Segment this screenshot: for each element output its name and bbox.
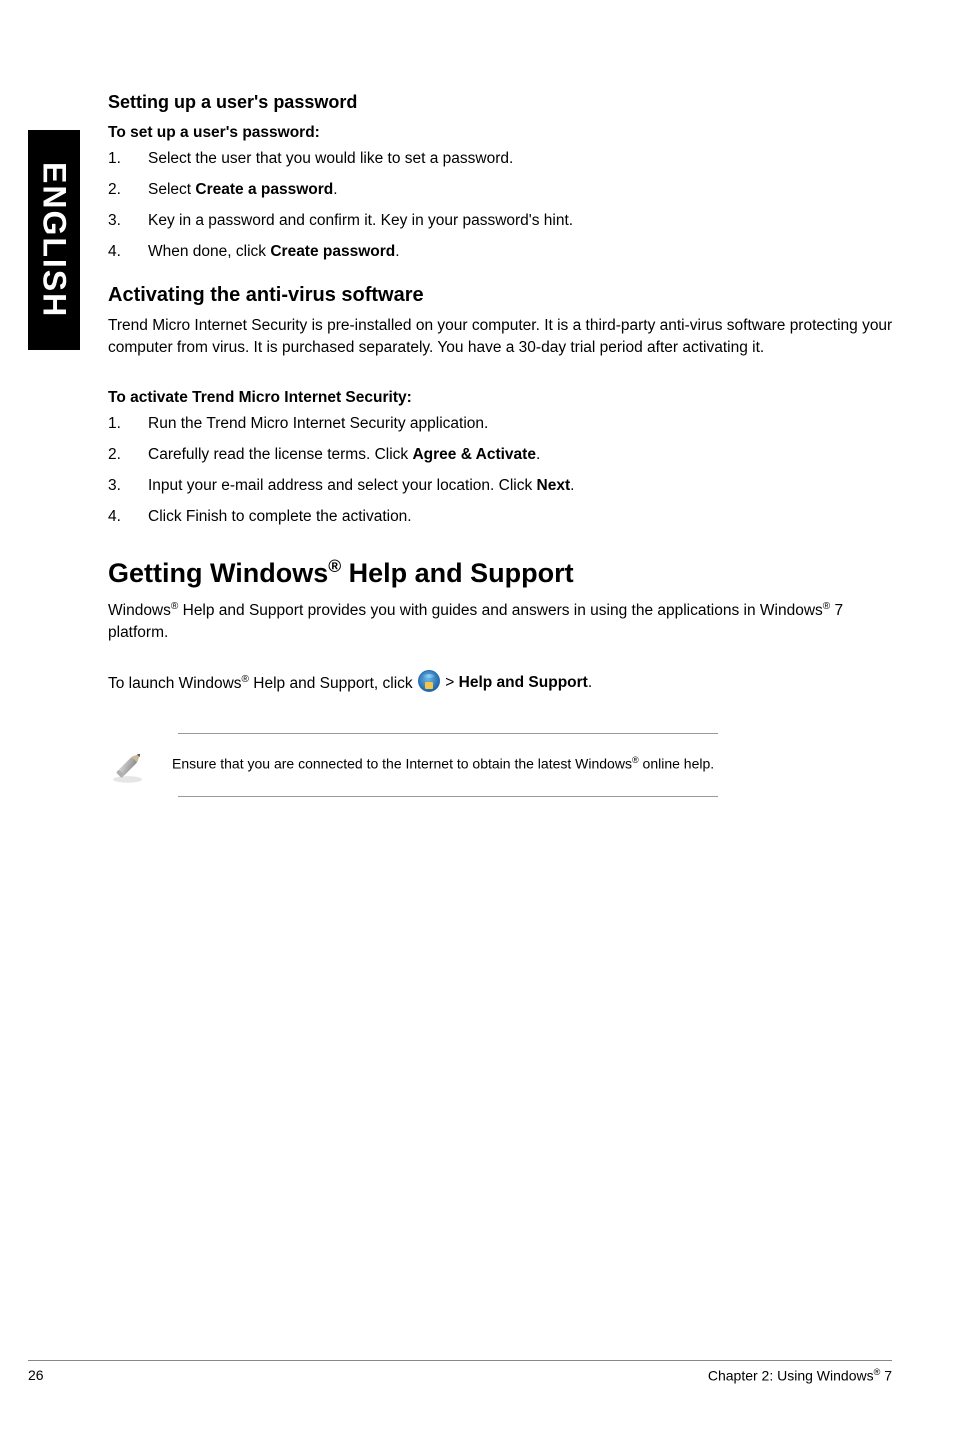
note-text: Ensure that you are connected to the Int… (172, 754, 714, 775)
step-number: 3. (108, 475, 148, 497)
step-text: Run the Trend Micro Internet Security ap… (148, 413, 488, 435)
step-text: Click Finish to complete the activation. (148, 506, 412, 528)
section2-paragraph: Trend Micro Internet Security is pre-ins… (108, 315, 898, 359)
step-text: Select the user that you would like to s… (148, 148, 513, 170)
note-box: Ensure that you are connected to the Int… (178, 733, 718, 797)
step-text: Key in a password and confirm it. Key in… (148, 210, 573, 232)
language-tab: ENGLISH (28, 130, 80, 350)
start-orb-icon (418, 670, 440, 692)
section2-steps: 1.Run the Trend Micro Internet Security … (108, 413, 898, 528)
section2-heading: Activating the anti-virus software (108, 281, 898, 309)
section1-steps: 1.Select the user that you would like to… (108, 148, 898, 263)
note-wrapper: Ensure that you are connected to the Int… (178, 705, 898, 797)
list-item: 2.Carefully read the license terms. Clic… (108, 444, 898, 466)
list-item: 3.Input your e-mail address and select y… (108, 475, 898, 497)
content-area: Setting up a user's password To set up a… (108, 90, 898, 797)
section3-heading: Getting Windows® Help and Support (108, 554, 898, 592)
list-item: 4.Click Finish to complete the activatio… (108, 506, 898, 528)
section1-subheading: To set up a user's password: (108, 122, 898, 144)
page-footer: 26 Chapter 2: Using Windows® 7 (28, 1360, 892, 1384)
page-root: ENGLISH Setting up a user's password To … (0, 0, 954, 1438)
list-item: 1.Select the user that you would like to… (108, 148, 898, 170)
section1-heading: Setting up a user's password (108, 90, 898, 116)
chapter-label: Chapter 2: Using Windows® 7 (708, 1367, 892, 1384)
section3-paragraph: Windows® Help and Support provides you w… (108, 600, 898, 644)
step-number: 1. (108, 413, 148, 435)
step-text: When done, click Create password. (148, 241, 400, 263)
step-number: 4. (108, 506, 148, 528)
launch-post: > Help and Support. (441, 675, 592, 692)
pencil-icon (108, 744, 150, 786)
step-number: 1. (108, 148, 148, 170)
step-number: 2. (108, 444, 148, 466)
list-item: 1.Run the Trend Micro Internet Security … (108, 413, 898, 435)
list-item: 2.Select Create a password. (108, 179, 898, 201)
language-label: ENGLISH (36, 162, 73, 318)
step-number: 3. (108, 210, 148, 232)
step-number: 2. (108, 179, 148, 201)
step-number: 4. (108, 241, 148, 263)
launch-pre: To launch Windows® Help and Support, cli… (108, 675, 417, 692)
step-text: Input your e-mail address and select you… (148, 475, 574, 497)
list-item: 4.When done, click Create password. (108, 241, 898, 263)
section2-subheading: To activate Trend Micro Internet Securit… (108, 387, 898, 409)
page-number: 26 (28, 1367, 44, 1384)
list-item: 3.Key in a password and confirm it. Key … (108, 210, 898, 232)
launch-instruction: To launch Windows® Help and Support, cli… (108, 672, 898, 694)
step-text: Carefully read the license terms. Click … (148, 444, 540, 466)
step-text: Select Create a password. (148, 179, 338, 201)
